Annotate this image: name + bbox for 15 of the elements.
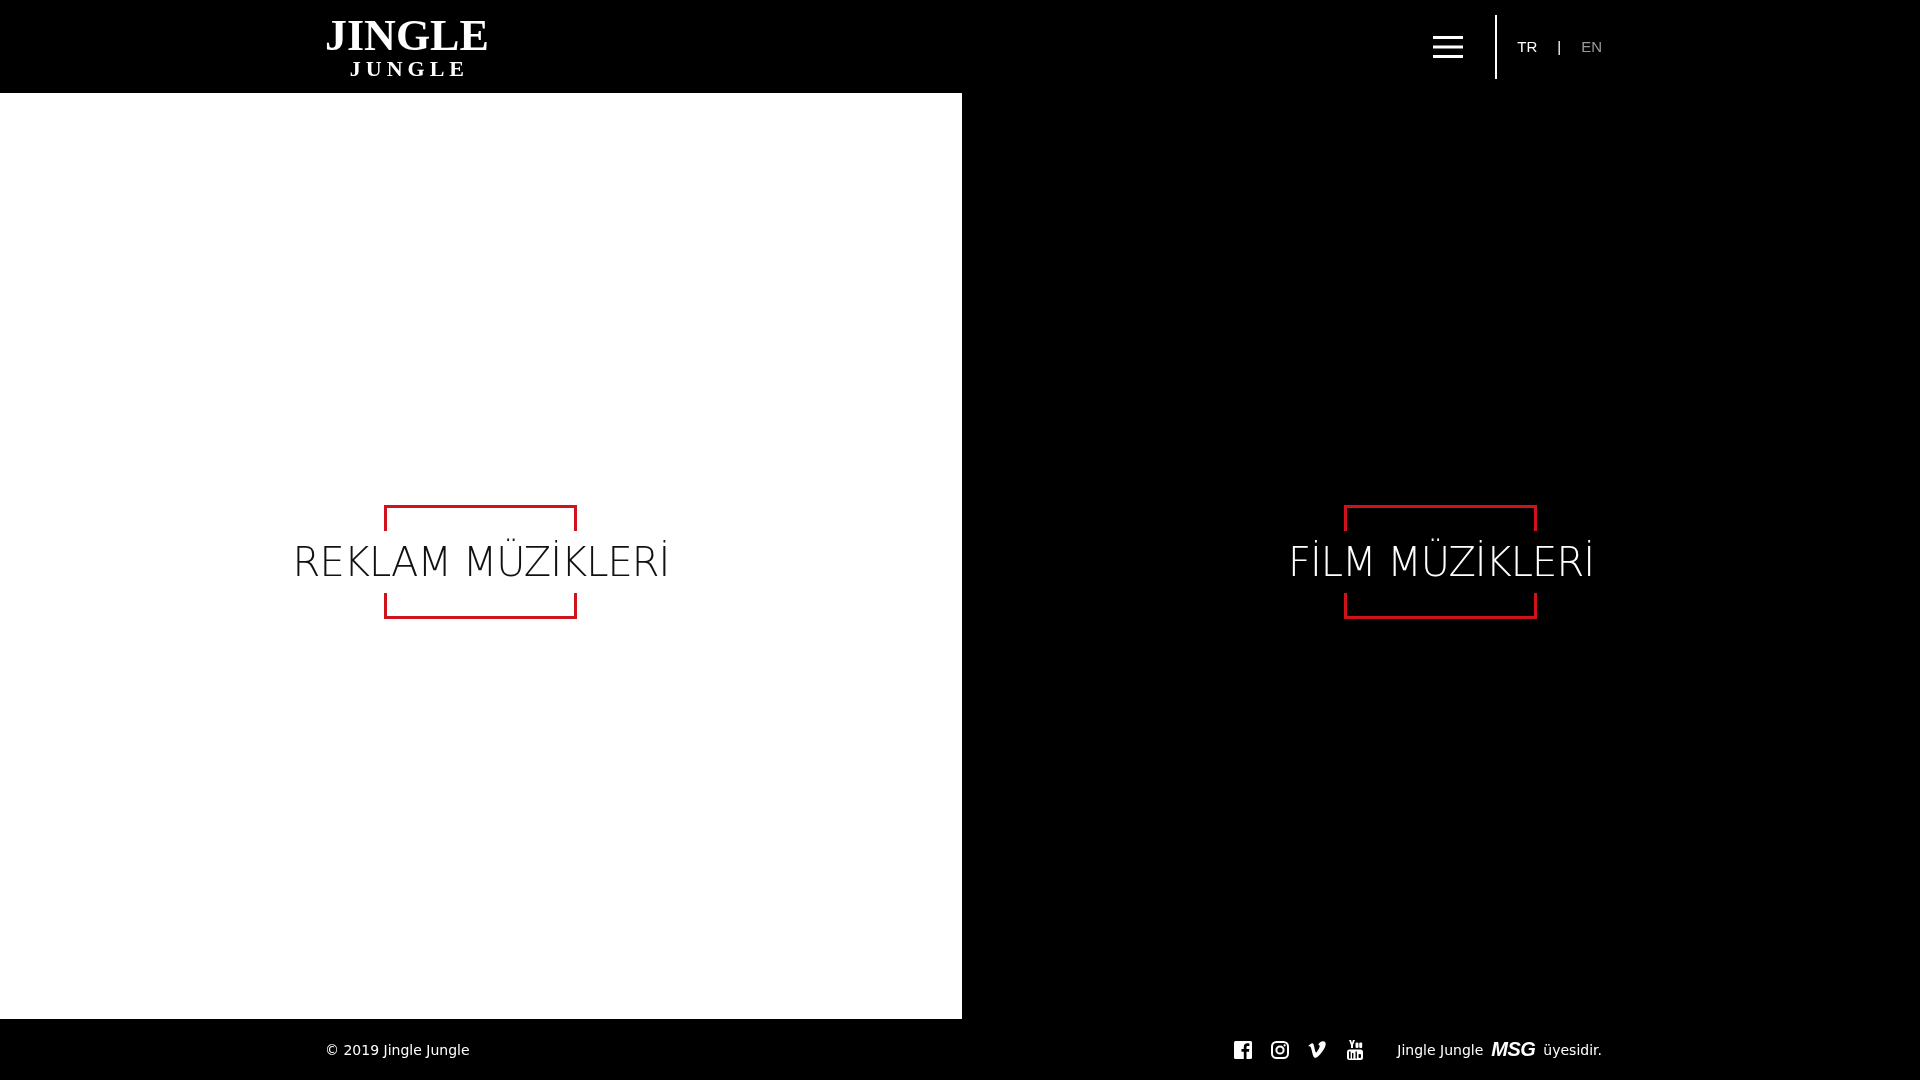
vimeo-icon[interactable]: [1308, 1041, 1329, 1058]
youtube-icon[interactable]: [1347, 1039, 1364, 1060]
language-link[interactable]: TR: [1517, 38, 1538, 55]
language-link[interactable]: EN: [1581, 38, 1602, 55]
logo[interactable]: JINGLE JUNGLE: [325, 13, 489, 80]
msg-logo[interactable]: MSG: [1491, 1038, 1536, 1061]
language-separator: |: [1557, 38, 1562, 55]
copyright-text: © 2019 Jingle Jungle: [325, 1041, 470, 1058]
instagram-icon[interactable]: [1271, 1040, 1290, 1059]
category-link[interactable]: REKLAM MÜZİKLERİ: [292, 537, 670, 587]
menu-icon[interactable]: [1433, 34, 1464, 59]
membership-prefix: Jingle Jungle: [1397, 1041, 1484, 1058]
facebook-icon[interactable]: [1234, 1040, 1253, 1059]
category-link[interactable]: FİLM MÜZİKLERİ: [1288, 537, 1594, 587]
membership-suffix: üyesidir.: [1543, 1041, 1602, 1058]
